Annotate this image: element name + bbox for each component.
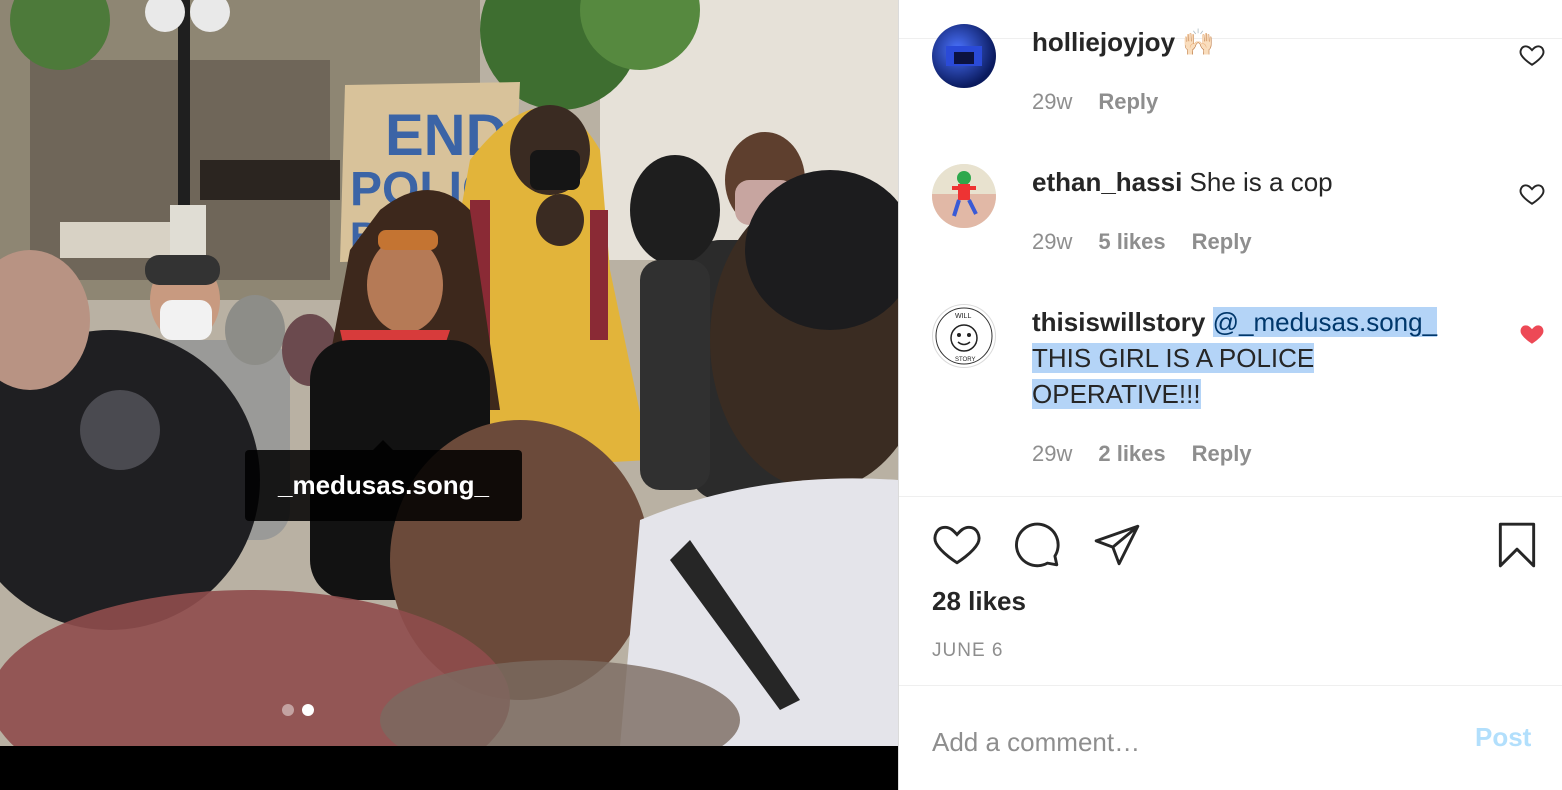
comment-body-line: OPERATIVE!!!: [1032, 379, 1201, 409]
svg-text:STORY: STORY: [955, 357, 975, 363]
post-actions-bar: [932, 520, 1542, 572]
post-photo[interactable]: END POLIC BR: [0, 0, 898, 746]
comment-username[interactable]: ethan_hassi: [1032, 167, 1182, 197]
comment-icon[interactable]: [1012, 520, 1062, 570]
comment-username[interactable]: thisiswillstory: [1032, 307, 1205, 337]
post-sidebar: holliejoyjoy 🙌🏻 29w Reply ethan_hassi Sh…: [898, 0, 1562, 790]
comment-like-heart-icon[interactable]: [1519, 42, 1545, 68]
comment-emoji: 🙌🏻: [1182, 27, 1215, 57]
post-date[interactable]: JUNE 6: [932, 640, 1003, 662]
comment-time[interactable]: 29w: [1032, 89, 1072, 115]
carousel-dot: [282, 704, 294, 716]
heart-icon[interactable]: [932, 520, 982, 570]
photo-illustration: END POLIC BR: [0, 0, 898, 746]
svg-text:WILL: WILL: [955, 313, 971, 320]
comment-mention[interactable]: @_medusas.song_: [1212, 307, 1438, 337]
actions-divider: [899, 496, 1562, 497]
avatar-image-icon: [946, 46, 982, 66]
comment-like-heart-icon[interactable]: [1519, 181, 1545, 207]
comment-meta: 29w Reply: [1032, 89, 1158, 115]
avatar-image-icon: [932, 164, 996, 228]
comments-list[interactable]: holliejoyjoy 🙌🏻 29w Reply ethan_hassi Sh…: [899, 0, 1562, 496]
avatar[interactable]: [932, 24, 996, 88]
comment-likes[interactable]: 5 likes: [1098, 229, 1165, 255]
photo-panel: END POLIC BR: [0, 0, 898, 790]
instagram-post-view: END POLIC BR: [0, 0, 1562, 790]
comment-text: ethan_hassi She is a cop: [1032, 164, 1492, 200]
comment-meta: 29w 2 likes Reply: [1032, 441, 1252, 467]
avatar[interactable]: [932, 164, 996, 228]
comment-time[interactable]: 29w: [1032, 229, 1072, 255]
user-tag-label[interactable]: _medusas.song_: [278, 470, 489, 501]
comment-meta: 29w 5 likes Reply: [1032, 229, 1252, 255]
paper-plane-icon[interactable]: [1092, 520, 1142, 570]
comment-time[interactable]: 29w: [1032, 441, 1072, 467]
reply-button[interactable]: Reply: [1192, 229, 1252, 255]
bookmark-icon[interactable]: [1492, 520, 1542, 570]
reply-button[interactable]: Reply: [1098, 89, 1158, 115]
comment-text: holliejoyjoy 🙌🏻: [1032, 24, 1492, 60]
comment-liked-heart-icon[interactable]: [1519, 321, 1545, 347]
comment-likes[interactable]: 2 likes: [1098, 441, 1165, 467]
avatar[interactable]: WILL STORY: [932, 304, 996, 368]
add-comment-input[interactable]: [932, 722, 1532, 762]
user-tag-bubble[interactable]: _medusas.song_: [245, 440, 522, 521]
comment-box-divider: [899, 685, 1562, 686]
post-comment-button[interactable]: Post: [1475, 722, 1531, 753]
comment-username[interactable]: holliejoyjoy: [1032, 27, 1175, 57]
likes-count[interactable]: 28 likes: [932, 586, 1026, 617]
comment-body: She is a cop: [1189, 167, 1333, 197]
comment-text: thisiswillstory @_medusas.song_ THIS GIR…: [1032, 304, 1492, 412]
carousel-indicator: [282, 704, 314, 716]
carousel-dot-active: [302, 704, 314, 716]
avatar-image-icon: WILL STORY: [935, 307, 993, 365]
comment-body-line: THIS GIRL IS A POLICE: [1032, 343, 1315, 373]
reply-button[interactable]: Reply: [1192, 441, 1252, 467]
